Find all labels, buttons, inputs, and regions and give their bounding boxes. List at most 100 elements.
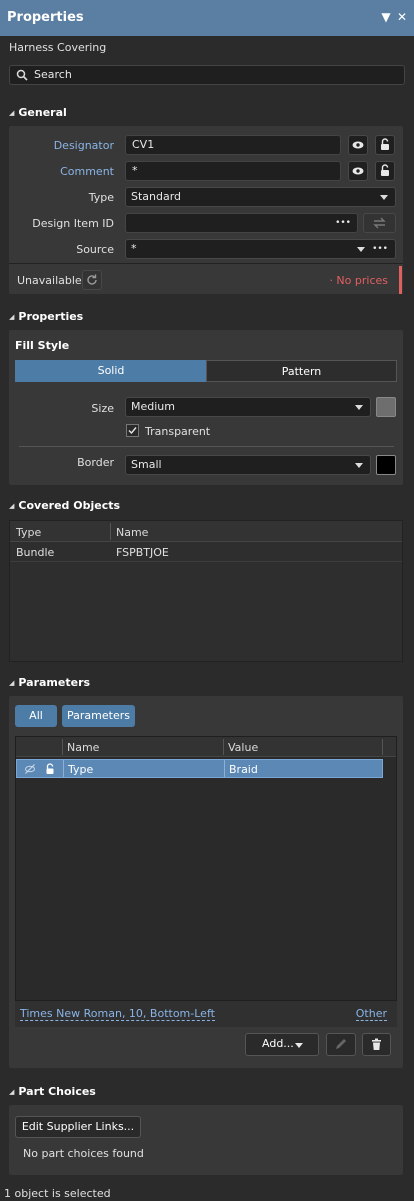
eye-icon — [352, 141, 364, 149]
eye-hidden-icon[interactable] — [23, 762, 37, 776]
comment-field[interactable]: * — [125, 161, 341, 181]
collapse-triangle-icon: ◢ — [9, 1088, 15, 1096]
status-bar: 1 object is selected — [0, 1183, 414, 1201]
divider — [19, 446, 394, 447]
lock-icon[interactable] — [43, 762, 57, 776]
section-part-choices-header[interactable]: ◢ Part Choices — [9, 1085, 96, 1098]
checkmark-icon — [128, 427, 137, 435]
column-header-value[interactable]: Value — [228, 741, 258, 754]
row-type: Bundle — [16, 546, 55, 559]
lock-toggle[interactable] — [375, 135, 395, 155]
close-icon[interactable]: ✕ — [394, 9, 410, 25]
design-item-field[interactable]: ••• — [125, 213, 358, 233]
border-color-swatch[interactable] — [376, 455, 396, 475]
edit-supplier-links-button[interactable]: Edit Supplier Links... — [15, 1116, 141, 1138]
column-divider — [224, 760, 225, 777]
section-properties-header[interactable]: ◢ Properties — [9, 310, 83, 323]
collapse-triangle-icon: ◢ — [9, 502, 15, 510]
column-header-name[interactable]: Name — [67, 741, 99, 754]
section-covered-objects-header[interactable]: ◢ Covered Objects — [9, 499, 120, 512]
fill-solid-toggle[interactable]: Solid — [15, 360, 207, 382]
param-name: Type — [68, 763, 94, 776]
chevron-down-icon — [355, 405, 363, 410]
covered-objects-table: Type Name Bundle FSPBTJOE — [9, 520, 403, 662]
edit-parameter-button[interactable] — [326, 1033, 356, 1056]
size-label: Size — [91, 402, 114, 415]
column-divider — [223, 739, 224, 755]
column-divider — [110, 523, 111, 540]
ellipsis-icon[interactable]: ••• — [335, 214, 351, 232]
row-name: FSPBTJOE — [116, 546, 169, 559]
refresh-button[interactable] — [82, 270, 102, 290]
section-part-choices-title: Part Choices — [18, 1085, 96, 1098]
type-select[interactable]: Standard — [125, 187, 396, 207]
table-row[interactable]: Type Braid — [16, 759, 383, 778]
delete-parameter-button[interactable] — [362, 1033, 391, 1056]
section-properties-title: Properties — [18, 310, 84, 323]
refresh-icon — [87, 274, 97, 285]
section-general-title: General — [18, 106, 67, 119]
type-label: Type — [88, 191, 114, 204]
fill-style-label: Fill Style — [15, 339, 70, 352]
lock-toggle[interactable] — [375, 161, 395, 181]
part-choices-empty-text: No part choices found — [23, 1147, 144, 1160]
panel-title-bar: Properties ▼ ✕ — [0, 0, 414, 36]
search-input[interactable]: Search — [9, 65, 405, 85]
add-button-label: Add... — [262, 1037, 294, 1050]
availability-label: Unavailable — [17, 274, 82, 287]
filter-all-button[interactable]: All — [15, 705, 57, 727]
column-header-name[interactable]: Name — [116, 526, 148, 539]
design-item-label: Design Item ID — [32, 217, 114, 230]
border-select[interactable]: Small — [125, 455, 371, 475]
status-text: 1 object is selected — [4, 1187, 111, 1200]
grid-footer: Times New Roman, 10, Bottom-Left Other — [15, 1001, 397, 1027]
column-divider — [382, 739, 383, 755]
chevron-down-icon — [355, 463, 363, 468]
size-select-value: Medium — [131, 400, 175, 413]
table-row[interactable]: Bundle FSPBTJOE — [10, 542, 402, 562]
pencil-icon — [336, 1039, 346, 1049]
warning-indicator — [399, 266, 402, 294]
source-select-value: * — [131, 242, 137, 255]
transparent-label: Transparent — [145, 425, 211, 438]
add-parameter-button[interactable]: Add... — [245, 1033, 319, 1056]
panel-menu-icon[interactable]: ▼ — [378, 9, 394, 25]
filter-parameters-button[interactable]: Parameters — [62, 705, 135, 727]
size-select[interactable]: Medium — [125, 397, 371, 417]
section-parameters-title: Parameters — [18, 676, 91, 689]
column-divider — [62, 739, 63, 755]
column-header-type[interactable]: Type — [16, 526, 41, 539]
collapse-triangle-icon: ◢ — [9, 109, 15, 117]
section-parameters-header[interactable]: ◢ Parameters — [9, 676, 90, 689]
section-covered-objects-title: Covered Objects — [18, 499, 121, 512]
source-select[interactable]: * ••• — [125, 239, 396, 259]
transparent-checkbox[interactable] — [126, 424, 139, 437]
chevron-down-icon — [295, 1043, 303, 1048]
designator-label: Designator — [53, 139, 114, 152]
chevron-down-icon — [380, 195, 388, 200]
fill-pattern-toggle[interactable]: Pattern — [206, 360, 397, 382]
source-label: Source — [76, 243, 114, 256]
section-general-header[interactable]: ◢ General — [9, 106, 67, 119]
divider — [9, 263, 403, 264]
size-color-swatch[interactable] — [376, 397, 396, 417]
search-placeholder: Search — [34, 68, 72, 81]
font-settings-link[interactable]: Times New Roman, 10, Bottom-Left — [20, 1007, 215, 1021]
column-divider — [63, 760, 64, 777]
other-link[interactable]: Other — [355, 1007, 387, 1021]
visibility-toggle[interactable] — [348, 161, 368, 181]
unlock-icon — [381, 138, 389, 150]
designator-field[interactable]: CV1 — [125, 135, 341, 155]
border-select-value: Small — [131, 458, 162, 471]
border-label: Border — [77, 456, 114, 469]
param-value: Braid — [229, 763, 258, 776]
comment-label: Comment — [60, 165, 114, 178]
swap-icon — [373, 217, 386, 229]
type-select-value: Standard — [131, 190, 182, 203]
chevron-down-icon — [357, 247, 365, 252]
visibility-toggle[interactable] — [348, 135, 368, 155]
swap-button[interactable] — [363, 213, 396, 233]
panel-title: Properties — [7, 10, 84, 25]
ellipsis-icon[interactable]: ••• — [372, 240, 388, 258]
eye-icon — [352, 167, 364, 175]
